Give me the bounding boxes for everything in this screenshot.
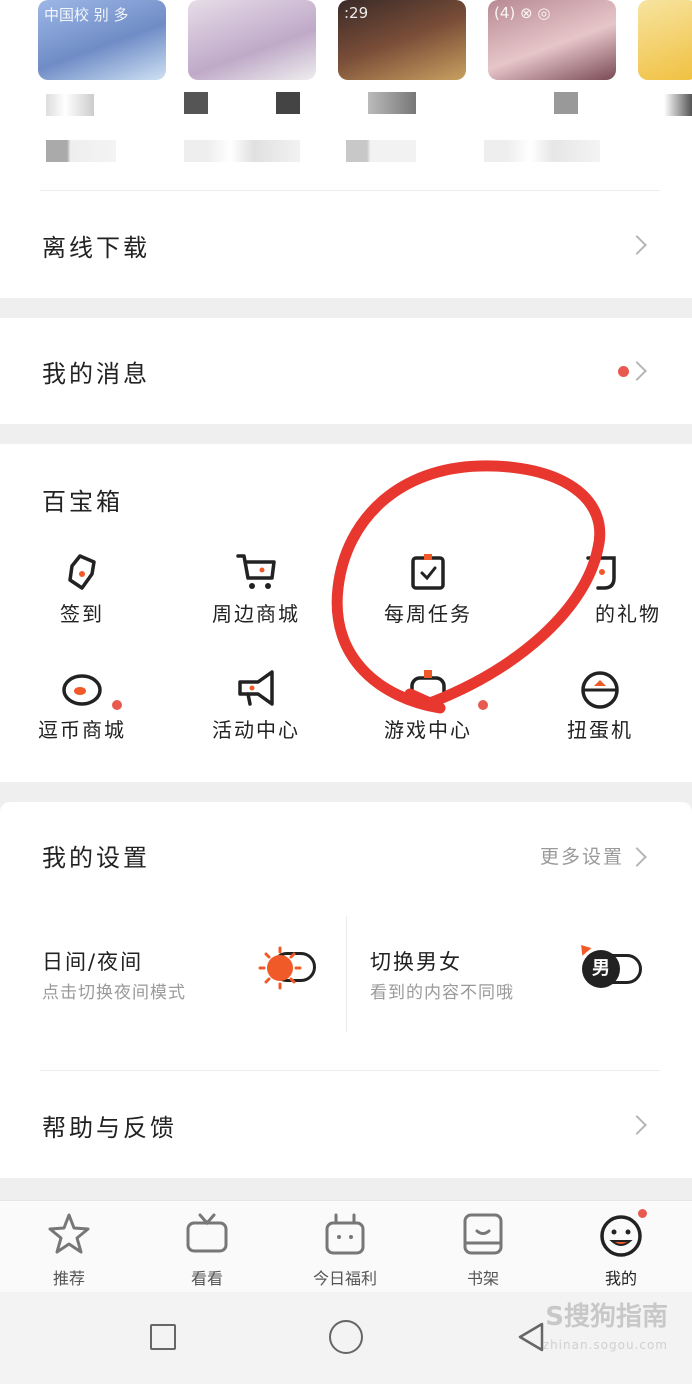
toolbox-section: 百宝箱 签到 周边商城 每周任务 的礼物 逗币商城 活动中心 游戏中心 扭蛋机 — [0, 444, 692, 782]
my-messages-label: 我的消息 — [42, 360, 150, 388]
tab-label: 今日福利 — [312, 1269, 377, 1288]
toolbox-item-label: 游戏中心 — [384, 718, 472, 742]
gender-toggle-row[interactable]: 切换男女 看到的内容不同哦 男 — [346, 922, 692, 1032]
gender-switch[interactable]: 男 — [576, 941, 644, 990]
blurred-author — [346, 140, 416, 162]
star-icon — [46, 1211, 92, 1257]
tab-label: 看看 — [190, 1269, 223, 1288]
blurred-title — [368, 92, 416, 114]
day-night-subtitle: 点击切换夜间模式 — [42, 983, 186, 1003]
toolbox-item-label: 活动中心 — [212, 718, 300, 742]
comic-cover-text: (4) ⊗ ◎ — [494, 4, 551, 22]
male-badge: 男 — [582, 950, 620, 988]
day-night-title: 日间/夜间 — [42, 950, 144, 974]
tab-mine[interactable]: 我的 — [552, 1209, 690, 1289]
comic-cover[interactable]: :29 — [338, 0, 466, 80]
comic-cover[interactable] — [188, 0, 316, 80]
megaphone-icon — [232, 664, 280, 712]
settings-title: 我的设置 — [42, 844, 150, 872]
blurred-title — [664, 94, 692, 116]
highlight-circle-annotation — [331, 460, 606, 714]
chevron-right-icon — [627, 847, 647, 867]
watermark-logo: S搜狗指南 — [545, 1302, 668, 1332]
comic-cover-text: :29 — [344, 4, 369, 22]
tab-label: 推荐 — [52, 1269, 85, 1288]
pen-icon — [58, 548, 106, 596]
day-night-toggle-row[interactable]: 日间/夜间 点击切换夜间模式 — [0, 922, 346, 1032]
comic-cover[interactable]: (4) ⊗ ◎ — [488, 0, 616, 80]
blurred-author — [484, 140, 600, 162]
day-night-switch[interactable] — [258, 946, 316, 990]
toolbox-item-label: 周边商城 — [212, 602, 300, 626]
watermark-url: zhinan.sogou.com — [542, 1338, 668, 1352]
chevron-right-icon — [627, 235, 647, 255]
bottom-tab-bar: 推荐 看看 今日福利 书架 我的 — [0, 1200, 692, 1292]
help-feedback-row[interactable]: 帮助与反馈 — [0, 1078, 692, 1174]
face-icon — [598, 1209, 647, 1257]
tab-label: 我的 — [604, 1269, 637, 1288]
gender-subtitle: 看到的内容不同哦 — [370, 983, 514, 1003]
toolbox-item-checkin[interactable]: 签到 — [2, 548, 162, 710]
comic-cover[interactable] — [638, 0, 692, 80]
divider — [40, 1070, 660, 1071]
egg-icon — [58, 664, 106, 712]
tab-watch[interactable]: 看看 — [138, 1211, 276, 1289]
toolbox-item-events[interactable]: 活动中心 — [176, 664, 336, 743]
gift-box-icon — [322, 1211, 368, 1257]
comic-cover-text: 中国校 别 多 — [44, 6, 129, 24]
toolbox-item-coin-shop[interactable]: 逗币商城 — [2, 664, 162, 743]
tab-label: 书架 — [466, 1269, 499, 1288]
toolbox-item-label: 逗币商城 — [38, 718, 126, 742]
toolbox-item-label: 扭蛋机 — [567, 718, 633, 742]
help-feedback-label: 帮助与反馈 — [42, 1114, 177, 1142]
blurred-title — [184, 92, 208, 114]
comics-strip: 中国校 别 多 :29 (4) ⊗ ◎ 离线下载 — [0, 0, 692, 298]
gender-title: 切换男女 — [370, 950, 462, 974]
chevron-right-icon — [627, 1115, 647, 1135]
recent-apps-button[interactable] — [150, 1324, 176, 1350]
comic-cover[interactable]: 中国校 别 多 — [38, 0, 166, 80]
tv-icon — [184, 1211, 230, 1257]
blurred-author — [46, 140, 116, 162]
my-messages-row[interactable]: 我的消息 — [0, 318, 692, 424]
blurred-title — [46, 94, 94, 116]
toolbox-item-shop[interactable]: 周边商城 — [176, 548, 336, 627]
cart-icon — [232, 548, 280, 596]
sun-icon — [258, 946, 302, 990]
blurred-title — [276, 92, 300, 114]
notice-dot — [638, 1209, 647, 1218]
offline-download-row[interactable]: 离线下载 — [0, 200, 692, 290]
settings-section: 我的设置 更多设置 日间/夜间 点击切换夜间模式 切换男女 看到的内容不同哦 男… — [0, 802, 692, 1178]
blurred-author — [184, 140, 300, 162]
chevron-right-icon — [627, 361, 647, 381]
more-settings-link[interactable]: 更多设置 — [530, 838, 660, 872]
offline-download-label: 离线下载 — [42, 234, 150, 262]
blurred-title — [554, 92, 578, 114]
divider — [40, 190, 660, 191]
tab-bookshelf[interactable]: 书架 — [414, 1211, 552, 1289]
book-icon — [460, 1211, 506, 1257]
toolbox-title: 百宝箱 — [42, 488, 123, 516]
tab-recommend[interactable]: 推荐 — [0, 1211, 138, 1289]
tab-daily-welfare[interactable]: 今日福利 — [276, 1211, 414, 1289]
toolbox-item-label: 签到 — [60, 602, 104, 626]
more-settings-label: 更多设置 — [540, 846, 625, 868]
home-button[interactable] — [329, 1320, 363, 1354]
